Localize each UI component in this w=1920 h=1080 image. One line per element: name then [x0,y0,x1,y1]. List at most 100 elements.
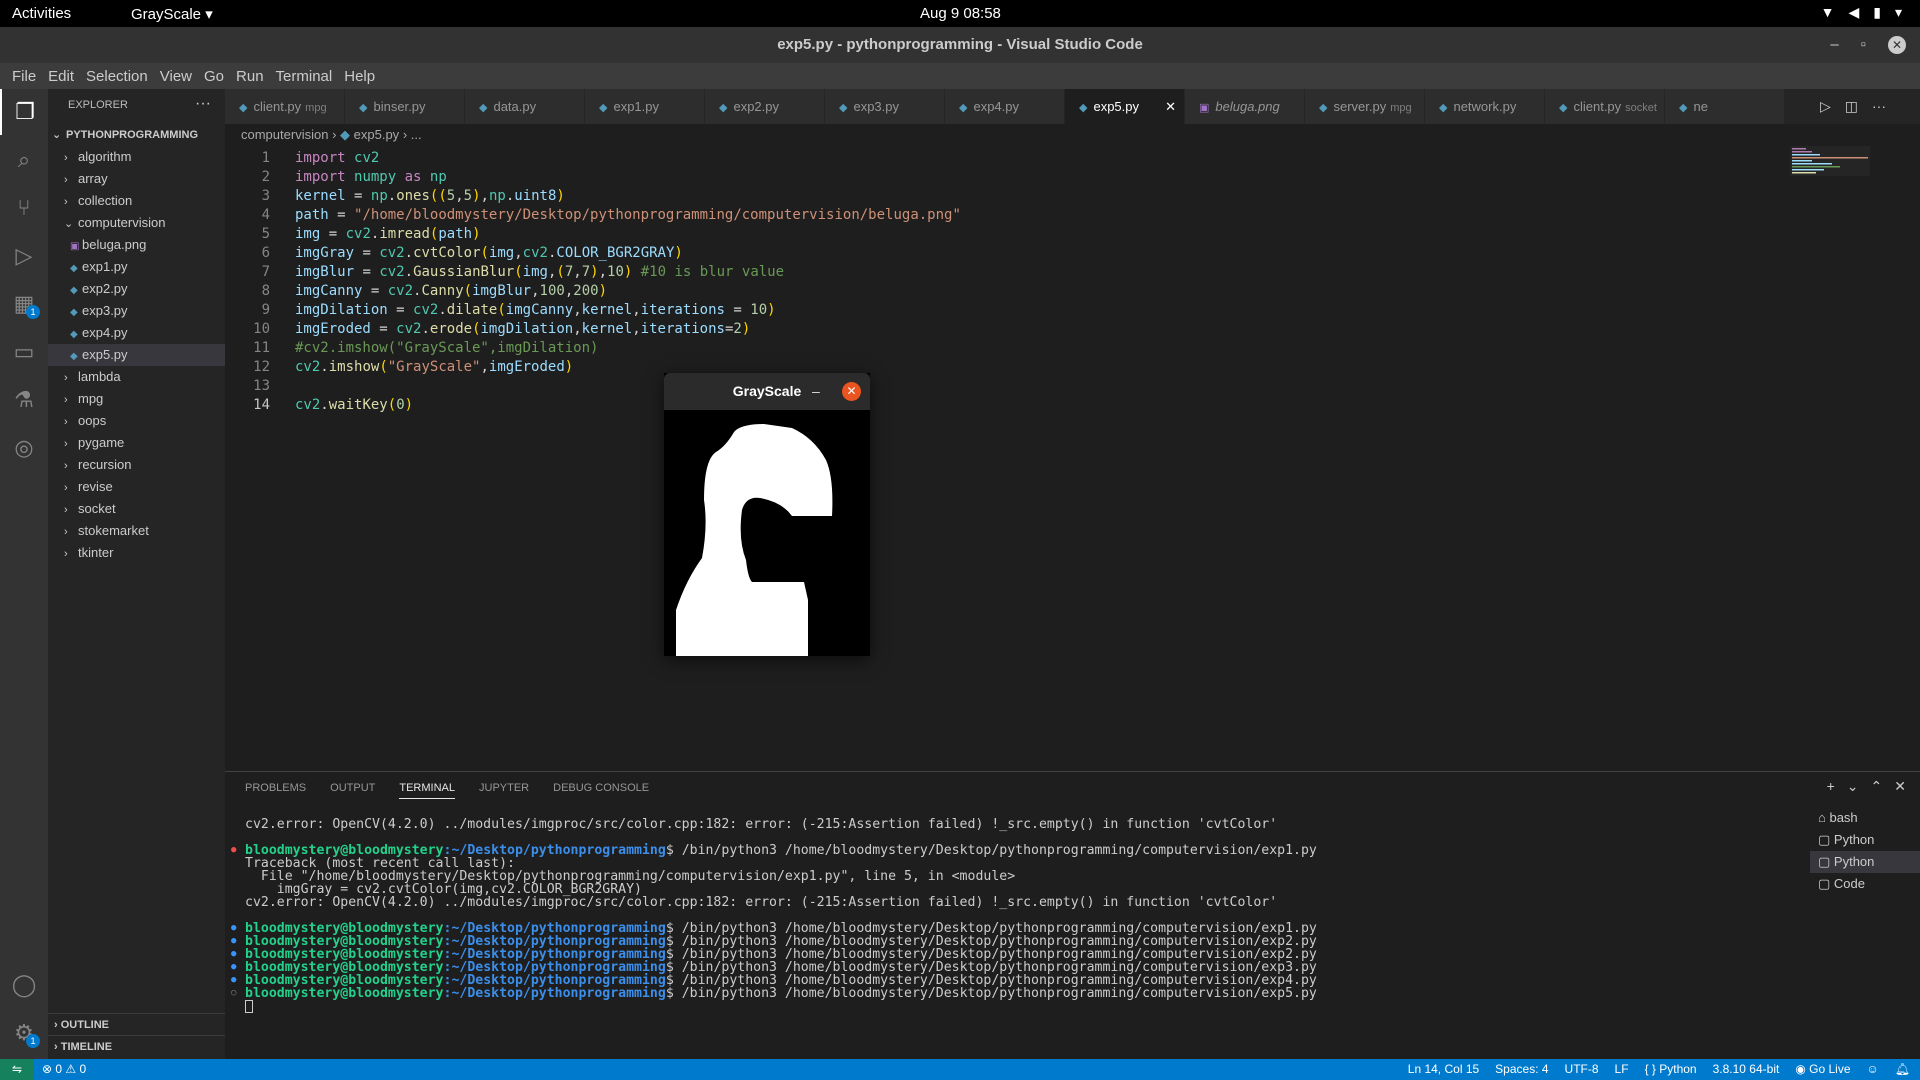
terminal-instance-bash[interactable]: ⌂ bash [1810,807,1920,829]
search-icon[interactable]: ⌕ [0,137,48,183]
menu-edit[interactable]: Edit [42,68,80,85]
cursor-position[interactable]: Ln 14, Col 15 [1408,1059,1479,1080]
tree-item-exp2-py[interactable]: ◆ exp2.py [48,278,225,300]
tree-item-exp4-py[interactable]: ◆ exp4.py [48,322,225,344]
panel-tab-terminal[interactable]: TERMINAL [399,782,455,799]
tab-network-py[interactable]: ◆ network.py [1425,89,1545,124]
tab-exp1-py[interactable]: ◆ exp1.py [585,89,705,124]
command-decoration-icon[interactable]: ● [231,923,236,933]
tab-client-py[interactable]: ◆ client.py mpg [225,89,345,124]
maximize-button[interactable]: ▫ [1861,27,1866,63]
command-decoration-icon[interactable]: ● [231,845,236,855]
tree-item-tkinter[interactable]: › tkinter [48,542,225,564]
more-actions-icon[interactable]: ··· [1872,89,1886,124]
activities-button[interactable]: Activities [12,5,71,22]
breadcrumb-folder[interactable]: computervision [241,127,328,142]
tree-item-collection[interactable]: › collection [48,190,225,212]
terminal-instance-python[interactable]: ▢ Python [1810,851,1920,873]
menu-run[interactable]: Run [230,68,270,85]
system-tray[interactable]: ▼ ◀ ▮ ▾ [1821,4,1902,21]
menu-view[interactable]: View [154,68,198,85]
tab-binser-py[interactable]: ◆ binser.py [345,89,465,124]
run-icon[interactable]: ▷ [1820,89,1831,124]
panel-tab-debug-console[interactable]: DEBUG CONSOLE [553,782,649,799]
indentation[interactable]: Spaces: 4 [1495,1059,1548,1080]
tree-item-stokemarket[interactable]: › stokemarket [48,520,225,542]
more-actions-icon[interactable]: ··· [195,95,211,113]
notifications-icon[interactable]: 🔔︎ [1895,1059,1910,1080]
chevron-down-icon[interactable]: ⌄ [1847,778,1859,795]
tree-item-algorithm[interactable]: › algorithm [48,146,225,168]
menu-go[interactable]: Go [198,68,230,85]
tab-exp4-py[interactable]: ◆ exp4.py [945,89,1065,124]
explorer-icon[interactable]: ❐ [0,89,48,135]
command-decoration-icon[interactable]: ● [231,949,236,959]
new-terminal-icon[interactable]: + [1827,778,1835,795]
close-button[interactable]: ✕ [842,382,861,401]
extensions-icon[interactable]: ▦ 1 [0,281,48,327]
python-interpreter[interactable]: 3.8.10 64-bit [1713,1059,1780,1080]
close-window-button[interactable]: ✕ [1888,36,1906,54]
terminal-instance-python[interactable]: ▢ Python [1810,829,1920,851]
account-icon[interactable]: ◯ [0,962,48,1008]
tab-exp2-py[interactable]: ◆ exp2.py [705,89,825,124]
source-control-icon[interactable]: ⑂ [0,185,48,231]
command-decoration-icon[interactable]: ○ [231,988,236,998]
panel-tab-jupyter[interactable]: JUPYTER [479,782,529,799]
workspace-root[interactable]: ⌄ PYTHONPROGRAMMING [48,124,225,146]
menu-selection[interactable]: Selection [80,68,154,85]
remote-explorer-icon[interactable]: ▭ [0,329,48,375]
split-editor-icon[interactable]: ◫ [1845,89,1858,124]
menu-terminal[interactable]: Terminal [270,68,339,85]
outline-section[interactable]: › OUTLINE [48,1013,225,1035]
tree-item-lambda[interactable]: › lambda [48,366,225,388]
menu-file[interactable]: File [6,68,42,85]
grayscale-titlebar[interactable]: GrayScale – ✕ [664,373,870,410]
encoding[interactable]: UTF-8 [1565,1059,1599,1080]
terminal-instance-code[interactable]: ▢ Code [1810,873,1920,895]
command-decoration-icon[interactable]: ● [231,975,236,985]
tab-client-py[interactable]: ◆ client.py socket [1545,89,1665,124]
command-decoration-icon[interactable]: ● [231,962,236,972]
terminal-output[interactable]: cv2.error: OpenCV(4.2.0) ../modules/imgp… [225,812,1785,1060]
panel-tab-problems[interactable]: PROBLEMS [245,782,306,799]
grayscale-window[interactable]: GrayScale – ✕ [664,373,870,656]
minimize-button[interactable]: – [1830,27,1838,63]
tab-beluga-png[interactable]: ▣ beluga.png [1185,89,1305,124]
tree-item-array[interactable]: › array [48,168,225,190]
tree-item-exp5-py[interactable]: ◆ exp5.py [48,344,225,366]
tree-item-recursion[interactable]: › recursion [48,454,225,476]
tab-data-py[interactable]: ◆ data.py [465,89,585,124]
tree-item-beluga-png[interactable]: ▣ beluga.png [48,234,225,256]
tree-item-pygame[interactable]: › pygame [48,432,225,454]
tree-item-oops[interactable]: › oops [48,410,225,432]
remote-indicator-icon[interactable]: ⇋ [0,1059,34,1080]
tab-exp5-py[interactable]: ◆ exp5.py ✕ [1065,89,1185,124]
code-editor[interactable]: 1 import cv2 2 import numpy as np 3 kernel = … [225,146,1785,771]
close-tab-icon[interactable]: ✕ [1165,89,1176,124]
minimap[interactable] [1790,146,1910,176]
go-live-button[interactable]: ◉ Go Live [1795,1059,1850,1080]
settings-gear-icon[interactable]: ⚙ 1 [0,1010,48,1056]
problems-indicator[interactable]: ⊗ 0 ⚠ 0 [34,1059,94,1080]
end-of-line[interactable]: LF [1615,1059,1629,1080]
breadcrumb-file[interactable]: exp5.py [354,127,400,142]
tab-exp3-py[interactable]: ◆ exp3.py [825,89,945,124]
clock[interactable]: Aug 9 08:58 [920,5,1001,22]
language-mode[interactable]: { } Python [1645,1059,1697,1080]
command-decoration-icon[interactable]: ● [231,936,236,946]
feedback-icon[interactable]: ☺ [1867,1059,1879,1080]
tab-ne[interactable]: ◆ ne [1665,89,1785,124]
minimize-button[interactable]: – [812,373,820,410]
breadcrumb-more[interactable]: ... [411,127,422,142]
run-debug-icon[interactable]: ▷ [0,233,48,279]
menu-help[interactable]: Help [338,68,381,85]
tree-item-socket[interactable]: › socket [48,498,225,520]
tree-item-mpg[interactable]: › mpg [48,388,225,410]
tree-item-exp3-py[interactable]: ◆ exp3.py [48,300,225,322]
tree-item-revise[interactable]: › revise [48,476,225,498]
app-menu[interactable]: GrayScale ▾ [131,5,213,23]
panel-tab-output[interactable]: OUTPUT [330,782,375,799]
testing-icon[interactable]: ⚗ [0,377,48,423]
tree-item-exp1-py[interactable]: ◆ exp1.py [48,256,225,278]
